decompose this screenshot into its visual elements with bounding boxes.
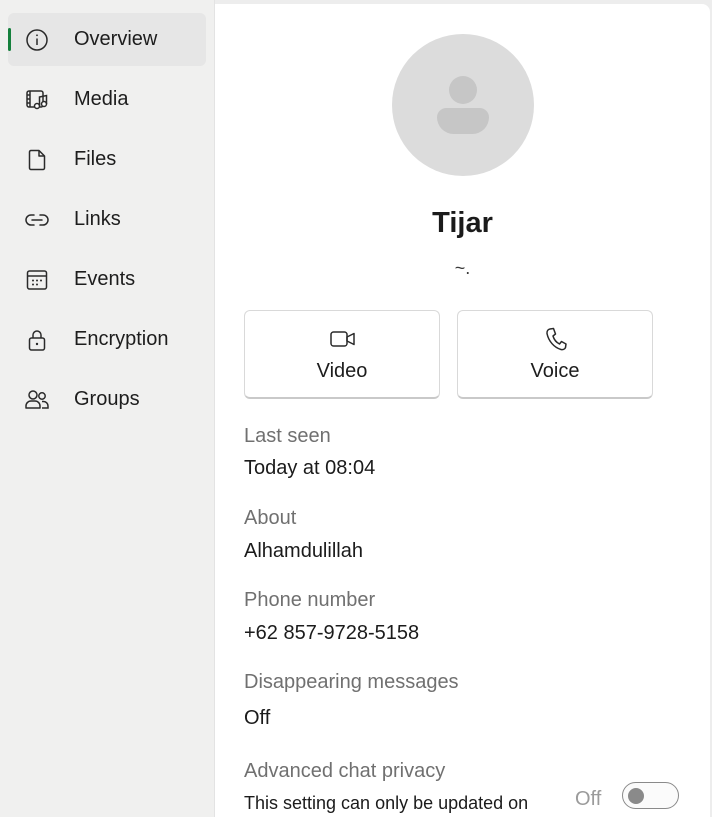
sidebar-item-label: Encryption	[74, 328, 169, 350]
sidebar-item-label: Files	[74, 148, 117, 170]
sidebar-item-links[interactable]: Links	[8, 193, 206, 246]
video-call-button[interactable]: Video	[244, 310, 440, 399]
sidebar-item-events[interactable]: Events	[8, 253, 206, 306]
phone-number-value: +62 857-9728-5158	[244, 622, 420, 644]
toggle-knob	[628, 787, 644, 804]
sidebar-item-files[interactable]: Files	[8, 133, 206, 186]
last-seen-value: Today at 08:04	[244, 457, 376, 479]
sidebar-item-groups[interactable]: Groups	[8, 373, 206, 426]
avatar	[392, 34, 534, 176]
contact-status: ~.	[454, 258, 471, 278]
active-indicator	[8, 28, 11, 51]
file-icon	[24, 147, 50, 173]
sidebar-item-label: Overview	[74, 28, 158, 50]
about-label: About	[244, 507, 297, 529]
contact-name: Tijar	[432, 207, 493, 239]
voice-call-button[interactable]: Voice	[457, 310, 653, 399]
lock-icon	[24, 327, 50, 353]
avatar-placeholder-head	[449, 76, 477, 104]
contact-overview-panel: Tijar ~. Video Voice Last seen Today at …	[215, 4, 710, 817]
advanced-chat-privacy-label: Advanced chat privacy	[244, 760, 446, 782]
sidebar-item-label: Events	[74, 268, 136, 290]
groups-icon	[24, 387, 50, 413]
video-button-label: Video	[316, 360, 368, 382]
sidebar-item-label: Links	[74, 208, 121, 230]
disappearing-messages-label: Disappearing messages	[244, 671, 459, 693]
info-icon	[24, 27, 50, 53]
media-icon	[24, 87, 50, 113]
disappearing-messages-value[interactable]: Off	[244, 707, 270, 730]
sidebar-item-overview[interactable]: Overview	[8, 13, 206, 66]
sidebar-item-media[interactable]: Media	[8, 73, 206, 126]
video-camera-icon	[329, 325, 357, 353]
advanced-chat-privacy-description: This setting can only be updated on	[244, 793, 529, 813]
avatar-placeholder-body	[437, 108, 489, 134]
last-seen-label: Last seen	[244, 425, 331, 447]
sidebar-item-encryption[interactable]: Encryption	[8, 313, 206, 366]
phone-number-label: Phone number	[244, 589, 376, 611]
advanced-chat-privacy-toggle[interactable]	[622, 782, 679, 809]
privacy-toggle-state-label: Off	[575, 788, 602, 810]
contact-info-window: Overview Media Files Links Events Encryp…	[0, 0, 712, 817]
voice-button-label: Voice	[530, 360, 580, 382]
calendar-icon	[24, 267, 50, 293]
about-value: Alhamdulillah	[244, 540, 363, 562]
sidebar-item-label: Groups	[74, 388, 140, 410]
sidebar-item-label: Media	[74, 88, 129, 110]
sidebar: Overview Media Files Links Events Encryp…	[0, 0, 215, 817]
phone-icon	[542, 325, 570, 353]
link-icon	[24, 207, 50, 233]
